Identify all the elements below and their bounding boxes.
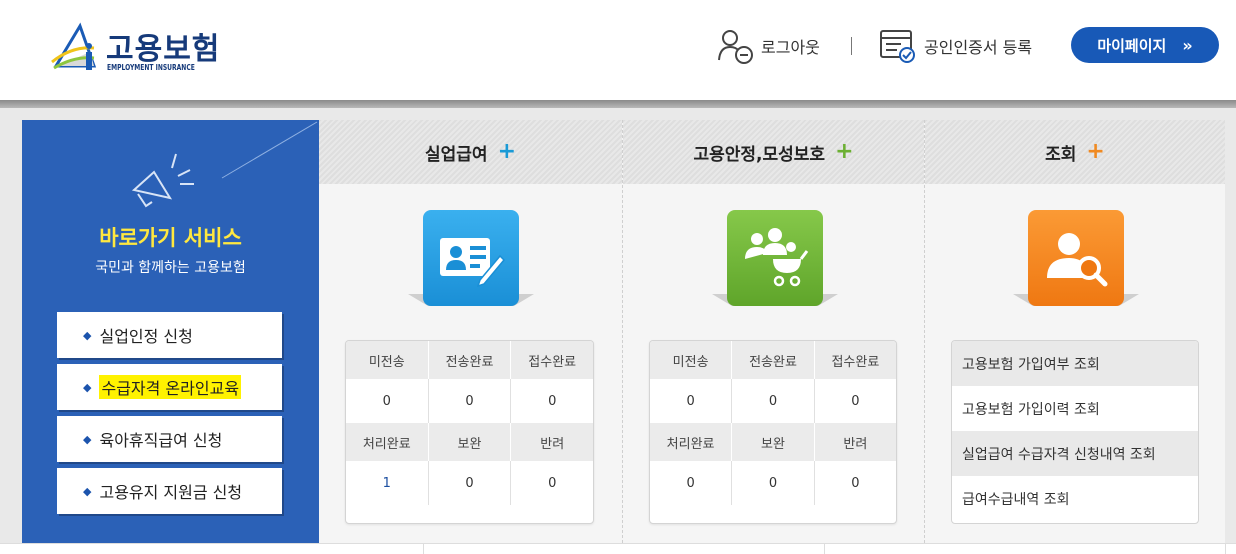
lookup-tile[interactable] — [1028, 210, 1124, 306]
double-chevron-right-icon: » — [1182, 35, 1193, 55]
user-logout-icon — [718, 30, 753, 64]
status-count[interactable]: 0 — [813, 461, 896, 505]
header-shadow — [0, 100, 1236, 108]
status-count[interactable]: 0 — [650, 461, 732, 505]
logo-title: 고용보험 — [106, 32, 221, 67]
column-header[interactable]: 조회 + — [925, 120, 1225, 184]
lookup-link[interactable]: 고용보험 가입이력 조회 — [952, 386, 1198, 431]
status-count[interactable]: 0 — [510, 379, 593, 423]
quick-service-title: 바로가기 서비스 — [99, 226, 242, 250]
status-table-employment-stability: 미전송 전송완료 접수완료 0 0 0 처리완료 보완 반려 0 0 0 — [649, 340, 897, 524]
quick-item-online-education[interactable]: ◆ 수급자격 온라인교육 — [57, 364, 282, 410]
lookup-link[interactable]: 실업급여 수급자격 신청내역 조회 — [952, 431, 1198, 476]
quick-item-label: 실업인정 신청 — [99, 327, 193, 346]
column-title: 고용안정,모성보호 — [693, 144, 826, 165]
lookup-link[interactable]: 급여수급내역 조회 — [952, 476, 1198, 521]
quick-item-label: 수급자격 온라인교육 — [99, 375, 242, 399]
lookup-link-list: 고용보험 가입여부 조회 고용보험 가입이력 조회 실업급여 수급자격 신청내역… — [951, 340, 1199, 524]
plus-icon[interactable]: + — [1086, 141, 1104, 163]
status-header: 전송완료 — [731, 341, 815, 379]
status-header: 보완 — [427, 423, 511, 461]
column-unemployment-benefit: 실업급여 + 미전송 전송완료 접수완료 0 0 0 처리완료 보완 반려 1 … — [319, 120, 623, 543]
diamond-bullet-icon: ◆ — [83, 484, 92, 498]
id-card-edit-icon — [440, 238, 506, 288]
quick-item-parental-leave[interactable]: ◆ 육아휴직급여 신청 — [57, 416, 282, 462]
column-title: 실업급여 — [425, 144, 488, 165]
plus-icon[interactable]: + — [498, 141, 516, 163]
status-count[interactable]: 0 — [650, 379, 732, 423]
status-header: 처리완료 — [650, 423, 732, 461]
logout-link[interactable]: 로그아웃 — [716, 28, 820, 64]
status-header: 반려 — [510, 423, 593, 461]
quick-item-employment-retention[interactable]: ◆ 고용유지 지원금 신청 — [57, 468, 282, 514]
status-count[interactable]: 0 — [813, 379, 896, 423]
logout-label: 로그아웃 — [761, 38, 820, 57]
status-header: 접수완료 — [510, 341, 593, 379]
logo[interactable]: 고용보험 EMPLOYMENT INSURANCE — [50, 22, 225, 78]
plus-icon[interactable]: + — [835, 141, 853, 163]
quick-item-label: 고용유지 지원금 신청 — [99, 483, 243, 502]
status-count[interactable]: 0 — [427, 379, 511, 423]
certificate-icon — [880, 30, 915, 63]
column-header[interactable]: 고용안정,모성보호 + — [623, 120, 924, 184]
status-count[interactable]: 0 — [346, 379, 428, 423]
status-count[interactable]: 0 — [731, 461, 815, 505]
quick-item-label: 육아휴직급여 신청 — [99, 431, 223, 450]
status-header: 반려 — [813, 423, 896, 461]
column-lookup: 조회 + 고용보험 가입여부 조회 고용보험 가입이력 조회 실업급여 수급자격… — [925, 120, 1225, 543]
cert-label: 공인인증서 등록 — [924, 38, 1033, 57]
lower-strip — [0, 543, 1236, 554]
lookup-link[interactable]: 고용보험 가입여부 조회 — [952, 341, 1198, 386]
quick-item-unemployment-recognition[interactable]: ◆ 실업인정 신청 — [57, 312, 282, 358]
family-stroller-icon — [745, 228, 809, 287]
mypage-button[interactable]: 마이페이지 » — [1071, 27, 1219, 63]
status-header: 접수완료 — [813, 341, 896, 379]
certificate-register-link[interactable]: 공인인증서 등록 — [879, 28, 1032, 64]
header-divider — [851, 37, 852, 55]
column-header[interactable]: 실업급여 + — [319, 120, 622, 184]
status-header: 미전송 — [346, 341, 429, 379]
employment-stability-tile[interactable] — [727, 210, 823, 306]
quick-service-panel: 바로가기 서비스 국민과 함께하는 고용보험 ◆ 실업인정 신청 ◆ 수급자격 … — [22, 120, 319, 543]
logo-mark-icon — [51, 22, 97, 70]
status-count[interactable]: 1 — [346, 461, 428, 505]
header: 고용보험 EMPLOYMENT INSURANCE 로그아웃 공인인증서 등록 … — [0, 0, 1236, 100]
status-count[interactable]: 0 — [427, 461, 511, 505]
mypage-label: 마이페이지 — [1097, 36, 1167, 55]
unemployment-benefit-tile[interactable] — [423, 210, 519, 306]
status-header: 처리완료 — [346, 423, 429, 461]
user-search-icon — [1047, 233, 1108, 287]
diamond-bullet-icon: ◆ — [83, 380, 92, 394]
status-header: 보완 — [731, 423, 815, 461]
quick-service-subtitle: 국민과 함께하는 고용보험 — [95, 260, 246, 276]
status-header: 미전송 — [650, 341, 732, 379]
status-table-unemployment: 미전송 전송완료 접수완료 0 0 0 처리완료 보완 반려 1 0 0 — [345, 340, 594, 524]
diamond-bullet-icon: ◆ — [83, 432, 92, 446]
status-count[interactable]: 0 — [731, 379, 815, 423]
column-title: 조회 — [1045, 144, 1077, 165]
diamond-bullet-icon: ◆ — [83, 328, 92, 342]
megaphone-icon — [131, 121, 318, 208]
logo-subtitle: EMPLOYMENT INSURANCE — [107, 63, 195, 72]
status-count[interactable]: 0 — [510, 461, 593, 505]
column-employment-stability: 고용안정,모성보호 + 미전송 전송완료 접수완료 0 0 0 처리완료 보완 … — [623, 120, 925, 543]
status-header: 전송완료 — [427, 341, 511, 379]
